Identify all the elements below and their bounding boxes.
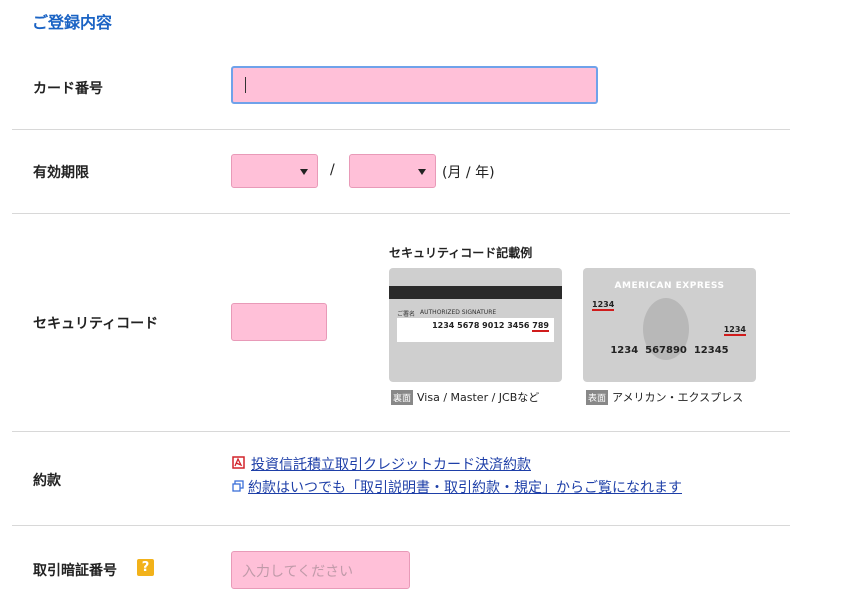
security-code-label: セキュリティコード — [33, 316, 159, 332]
amex-card-image: AMERICAN EXPRESS 1234 1234 1234 567890 1… — [583, 268, 756, 382]
pdf-icon — [232, 456, 245, 469]
expiry-month-select[interactable] — [231, 154, 318, 188]
terms-info-link[interactable]: 約款はいつでも「取引説明書・取引約款・規定」からご覧になれます — [248, 477, 682, 497]
dropdown-arrow-icon — [418, 169, 426, 175]
front-side-tag: 表面 — [586, 389, 609, 405]
divider — [12, 129, 790, 130]
signature-text: AUTHORIZED SIGNATURE — [420, 309, 497, 316]
divider — [12, 525, 790, 526]
section-title: ご登録内容 — [32, 13, 113, 32]
expiry-unit-hint: (月 / 年) — [442, 165, 495, 181]
dropdown-arrow-icon — [300, 169, 308, 175]
amex-brand-text: AMERICAN EXPRESS — [614, 281, 725, 291]
card-number-label: カード番号 — [33, 81, 103, 97]
security-example-title: セキュリティコード記載例 — [389, 246, 533, 260]
back-side-tag: 裏面 — [391, 389, 414, 405]
magnetic-stripe — [389, 286, 562, 299]
expiry-separator: / — [330, 162, 335, 178]
divider — [12, 431, 790, 432]
expiry-label: 有効期限 — [33, 165, 89, 181]
terms-pdf-link[interactable]: 投資信託積立取引クレジットカード決済約款 — [251, 454, 531, 474]
terms-label: 約款 — [33, 473, 61, 489]
security-code-sample: 789 — [532, 321, 549, 332]
amex-card-number: 1234 567890 12345 — [610, 345, 729, 356]
divider — [12, 213, 790, 214]
signature-panel: 1234 5678 9012 3456 789 — [397, 318, 554, 342]
card-number-input[interactable] — [231, 66, 598, 104]
amex-code-right: 1234 — [723, 325, 746, 336]
amex-caption-text: アメリカン・エクスプレス — [612, 391, 744, 404]
card-back-caption: 裏面 Visa / Master / JCBなど — [391, 389, 539, 405]
card-back-caption-text: Visa / Master / JCBなど — [417, 391, 540, 404]
help-icon[interactable]: ? — [137, 559, 154, 576]
amex-code-top: 1234 — [592, 300, 615, 311]
pin-label: 取引暗証番号 — [33, 563, 117, 579]
expiry-year-select[interactable] — [349, 154, 436, 188]
text-caret — [245, 77, 246, 93]
amex-caption: 表面 アメリカン・エクスプレス — [586, 389, 743, 405]
signature-label: ご署名 — [397, 311, 416, 318]
security-code-input[interactable] — [231, 303, 327, 341]
card-number-sample: 1234 5678 9012 3456 — [432, 321, 530, 330]
new-window-icon — [232, 480, 244, 492]
card-back-image: ご署名 AUTHORIZED SIGNATURE 1234 5678 9012 … — [389, 268, 562, 382]
pin-input[interactable]: 入力してください — [231, 551, 410, 589]
